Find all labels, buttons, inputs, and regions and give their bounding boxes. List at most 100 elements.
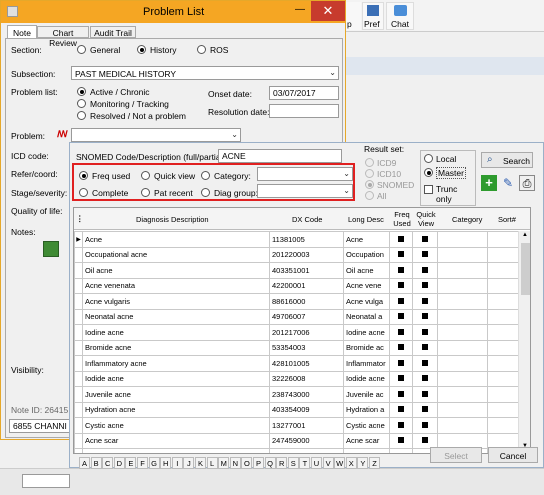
background-footer-field[interactable] — [22, 474, 70, 488]
col-long-desc[interactable]: Long Desc — [348, 215, 384, 224]
table-row[interactable]: Neonatal acne 49706007 Neonatal a — [74, 308, 519, 325]
filter-quick-view-radio[interactable] — [141, 171, 150, 180]
table-row[interactable]: Bromide acne 53354003 Bromide ac — [74, 339, 519, 356]
alpha-letter[interactable]: K — [195, 457, 206, 469]
vertical-scrollbar[interactable]: ▲ ▼ — [518, 231, 530, 453]
freq-used-cell[interactable] — [389, 339, 413, 356]
search-input[interactable]: ACNE — [218, 149, 342, 163]
alpha-letter[interactable]: F — [137, 457, 148, 469]
quick-view-cell[interactable] — [412, 262, 438, 279]
alpha-letter[interactable]: N — [229, 457, 241, 469]
quick-view-cell[interactable] — [412, 355, 438, 372]
diag-group-select[interactable]: ⌄ — [257, 184, 353, 198]
location-master-radio[interactable] — [424, 168, 433, 177]
quick-view-cell[interactable] — [412, 324, 438, 341]
onset-date-field[interactable]: 03/07/2017 — [269, 86, 339, 100]
close-button[interactable]: ✕ — [311, 1, 345, 21]
alpha-letter[interactable]: W — [334, 457, 346, 469]
alpha-letter[interactable]: R — [276, 457, 288, 469]
freq-used-cell[interactable] — [389, 246, 413, 263]
alpha-letter[interactable]: M — [218, 457, 230, 469]
filter-category-radio[interactable] — [201, 171, 210, 180]
alpha-letter[interactable]: L — [206, 457, 218, 469]
freq-used-cell[interactable] — [389, 293, 413, 310]
edit-icon[interactable]: ✎ — [500, 175, 516, 191]
result-snomed-radio[interactable] — [365, 180, 374, 189]
table-row[interactable]: Hydration acne 403354009 Hydration a — [74, 401, 519, 418]
table-row[interactable]: ▶ Acne 11381005 Acne — [74, 231, 519, 248]
freq-used-cell[interactable] — [389, 448, 413, 453]
alpha-letter[interactable]: B — [90, 457, 102, 469]
freq-used-cell[interactable] — [389, 355, 413, 372]
alpha-letter[interactable]: D — [113, 457, 125, 469]
quick-view-cell[interactable] — [412, 370, 438, 387]
section-history-radio[interactable] — [137, 45, 146, 54]
status-monitoring-radio[interactable] — [77, 99, 86, 108]
alpha-letter[interactable]: X — [345, 457, 357, 469]
alpha-letter[interactable]: A — [79, 457, 90, 469]
scroll-up-icon[interactable]: ▲ — [522, 232, 528, 238]
alpha-letter[interactable]: T — [299, 457, 311, 469]
freq-used-cell[interactable] — [389, 401, 413, 418]
category-select[interactable]: ⌄ — [257, 167, 353, 181]
status-active-radio[interactable] — [77, 87, 86, 96]
quick-view-cell[interactable] — [412, 246, 438, 263]
freq-used-cell[interactable] — [389, 370, 413, 387]
problem-select[interactable]: ⌄ — [71, 128, 241, 142]
quick-view-cell[interactable] — [412, 417, 438, 434]
col-sort[interactable]: Sort# — [498, 215, 516, 224]
col-quick-view[interactable]: Quick View — [414, 210, 438, 228]
quick-view-cell[interactable] — [412, 231, 438, 248]
freq-used-cell[interactable] — [389, 386, 413, 403]
cancel-button[interactable]: Cancel — [488, 447, 538, 463]
quick-view-cell[interactable] — [412, 293, 438, 310]
col-category[interactable]: Category — [452, 215, 482, 224]
section-general-radio[interactable] — [77, 45, 86, 54]
col-freq-used[interactable]: Freq Used — [392, 210, 412, 228]
table-row[interactable]: Iodine acne 201217006 Iodine acne — [74, 324, 519, 341]
freq-used-cell[interactable] — [389, 262, 413, 279]
alpha-letter[interactable]: I — [171, 457, 183, 469]
alpha-letter[interactable]: E — [125, 457, 137, 469]
alpha-letter[interactable]: S — [287, 457, 299, 469]
freq-used-cell[interactable] — [389, 308, 413, 325]
subsection-select[interactable]: PAST MEDICAL HISTORY ⌄ — [71, 66, 339, 80]
filter-diag-group-radio[interactable] — [201, 188, 210, 197]
col-diagnosis-description[interactable]: Diagnosis Description — [136, 215, 209, 224]
minimize-button[interactable]: — — [291, 4, 309, 18]
chat-button[interactable]: Chat — [386, 2, 414, 30]
quick-view-cell[interactable] — [412, 277, 438, 294]
trunc-only-checkbox[interactable] — [424, 185, 433, 194]
filter-complete-radio[interactable] — [79, 188, 88, 197]
pref-button[interactable]: Pref — [362, 2, 384, 30]
alpha-letter[interactable]: Z — [369, 457, 380, 469]
quick-view-cell[interactable] — [412, 386, 438, 403]
table-row[interactable]: Juvenile acne 238743000 Juvenile ac — [74, 386, 519, 403]
status-resolved-radio[interactable] — [77, 111, 86, 120]
select-button[interactable]: Select — [430, 447, 482, 463]
search-button[interactable]: ⌕ Search — [481, 152, 533, 168]
result-icd9-radio[interactable] — [365, 158, 374, 167]
notes-book-icon[interactable] — [43, 241, 59, 257]
tab-audit-trail[interactable]: Audit Trail — [90, 26, 136, 38]
quick-view-cell[interactable] — [412, 308, 438, 325]
location-local-radio[interactable] — [424, 154, 433, 163]
alpha-letter[interactable]: V — [322, 457, 334, 469]
result-all-radio[interactable] — [365, 191, 374, 200]
freq-used-cell[interactable] — [389, 277, 413, 294]
table-row[interactable]: Iodide acne 32226008 Iodide acne — [74, 370, 519, 387]
alpha-letter[interactable]: O — [241, 457, 253, 469]
alpha-letter[interactable]: H — [160, 457, 172, 469]
quick-view-cell[interactable] — [412, 339, 438, 356]
alpha-letter[interactable]: J — [183, 457, 195, 469]
filter-pat-recent-radio[interactable] — [141, 188, 150, 197]
alpha-letter[interactable]: Y — [357, 457, 369, 469]
freq-used-cell[interactable] — [389, 231, 413, 248]
alpha-letter[interactable]: P — [253, 457, 264, 469]
section-ros-radio[interactable] — [197, 45, 206, 54]
result-icd10-radio[interactable] — [365, 169, 374, 178]
print-icon[interactable]: ⎙ — [519, 175, 535, 191]
table-row[interactable]: Inflammatory acne 428101005 Inflammator — [74, 355, 519, 372]
problem-code-icon[interactable]: ꟿ — [57, 129, 68, 140]
tab-note[interactable]: Note — [7, 25, 37, 39]
